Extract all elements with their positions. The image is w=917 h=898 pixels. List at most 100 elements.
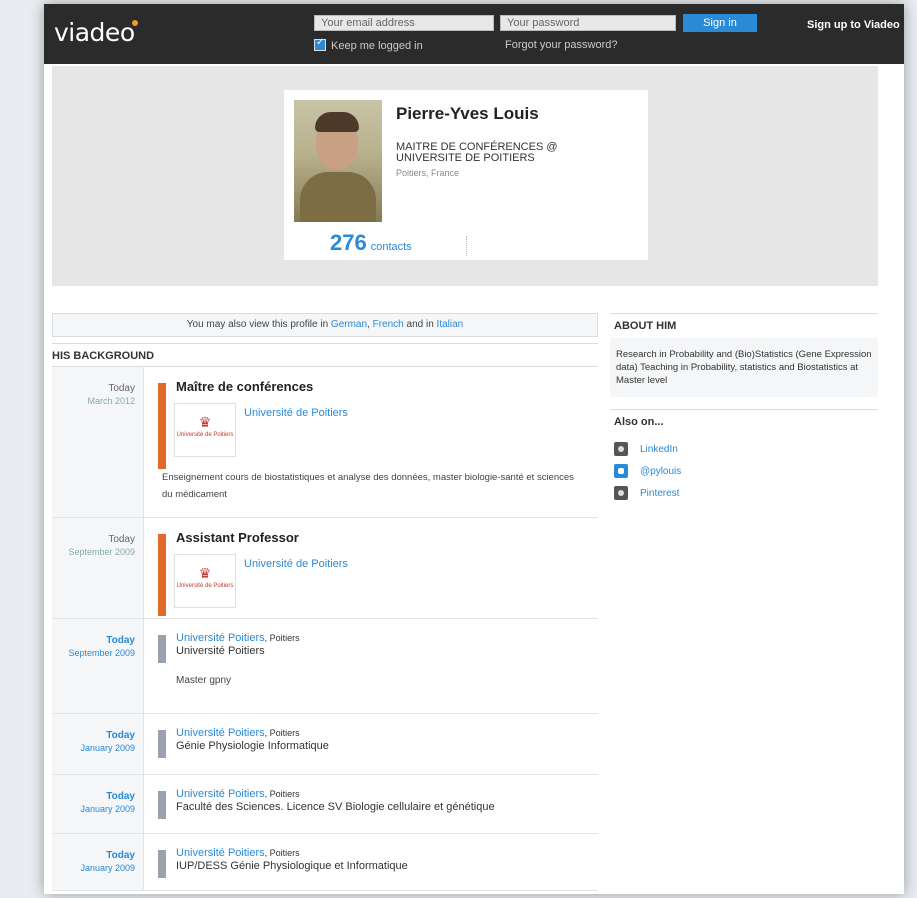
contacts-count[interactable]: 276 contacts xyxy=(330,230,412,256)
also-on-label: @pylouis xyxy=(640,465,682,477)
sidebar: ABOUT HIM Research in Probability and (B… xyxy=(610,313,878,500)
school-city: , Poitiers xyxy=(264,789,300,799)
sign-in-button[interactable]: Sign in xyxy=(683,14,757,32)
language-link-italian[interactable]: Italian xyxy=(437,319,464,330)
profile-headline: MAITRE DE CONFÉRENCES @ UNIVERSITE DE PO… xyxy=(396,141,558,164)
experience-bar xyxy=(158,383,166,469)
sign-up-link[interactable]: Sign up to Viadeo xyxy=(807,19,900,31)
also-on-linkedin[interactable]: LinkedIn xyxy=(614,442,878,456)
date-today: Today xyxy=(108,383,135,394)
date-period: September 2009 xyxy=(68,648,135,658)
language-and: and in xyxy=(406,319,434,330)
degree-name: Faculté des Sciences. Licence SV Biologi… xyxy=(176,801,495,813)
card-divider xyxy=(466,236,468,256)
date-period: January 2009 xyxy=(80,743,135,753)
language-notice-text: You may also view this profile in xyxy=(186,319,329,330)
position-title: Assistant Professor xyxy=(176,530,299,545)
school-city: , Poitiers xyxy=(264,633,300,643)
profile-card: Pierre-Yves Louis MAITRE DE CONFÉRENCES … xyxy=(284,90,648,260)
university-logo-text: Université de Poitiers xyxy=(176,583,234,589)
education-content: Université Poitiers, Poitiers IUP/DESS G… xyxy=(144,834,598,890)
university-logo[interactable]: ♛ Université de Poitiers xyxy=(174,403,236,457)
experience-item: Today March 2012 Maître de conférences ♛… xyxy=(52,367,598,518)
education-item: Today January 2009 Université Poitiers, … xyxy=(52,775,598,834)
education-bar xyxy=(158,635,166,663)
date-period: September 2009 xyxy=(68,547,135,557)
experience-date: Today March 2012 xyxy=(52,367,144,517)
experience-content: Assistant Professor ♛ Université de Poit… xyxy=(144,518,598,618)
date-period: March 2012 xyxy=(87,396,135,406)
language-link-german[interactable]: German xyxy=(331,319,367,330)
linkedin-icon xyxy=(614,442,628,456)
school-link[interactable]: Université Poitiers xyxy=(176,632,265,644)
position-description: Enseignement cours de biostatistiques et… xyxy=(162,472,574,500)
password-input[interactable]: Your password xyxy=(500,15,676,31)
school-link[interactable]: Université Poitiers xyxy=(176,847,265,859)
about-text: Research in Probability and (Bio)Statist… xyxy=(610,338,878,397)
school-line: Université Poitiers, Poitiers xyxy=(176,631,598,645)
page-frame: viadeo Your email address Your password … xyxy=(44,4,904,894)
company-link[interactable]: Université de Poitiers xyxy=(244,407,348,419)
education-item: Today January 2009 Université Poitiers, … xyxy=(52,834,598,891)
also-on-pinterest[interactable]: Pinterest xyxy=(614,486,878,500)
education-item: Today September 2009 Université Poitiers… xyxy=(52,619,598,714)
also-on-label: LinkedIn xyxy=(640,443,678,455)
email-input[interactable]: Your email address xyxy=(314,15,494,31)
crest-icon: ♛ xyxy=(198,565,212,581)
school-line: Université Poitiers, Poitiers xyxy=(176,787,598,801)
experience-date: Today September 2009 xyxy=(52,518,144,618)
keep-logged-in-checkbox[interactable] xyxy=(314,37,326,51)
about-title: ABOUT HIM xyxy=(610,313,878,338)
viadeo-logo[interactable]: viadeo xyxy=(54,18,135,47)
experience-item: Today September 2009 Assistant Professor… xyxy=(52,518,598,619)
twitter-icon xyxy=(614,464,628,478)
education-date: Today January 2009 xyxy=(52,834,144,890)
school-line: Université Poitiers, Poitiers xyxy=(176,846,598,860)
education-bar xyxy=(158,850,166,878)
education-content: Université Poitiers, Poitiers Université… xyxy=(144,619,598,713)
experience-content: Maître de conférences ♛ Université de Po… xyxy=(144,367,598,517)
education-bar xyxy=(158,791,166,819)
forgot-password-link[interactable]: Forgot your password? xyxy=(505,39,618,51)
crest-icon: ♛ xyxy=(198,414,212,430)
education-content: Université Poitiers, Poitiers Génie Phys… xyxy=(144,714,598,774)
keep-logged-in[interactable]: Keep me logged in xyxy=(314,37,423,52)
also-on-title: Also on... xyxy=(610,409,878,434)
date-today: Today xyxy=(106,730,135,741)
profile-name: Pierre-Yves Louis xyxy=(396,104,539,123)
also-on-label: Pinterest xyxy=(640,487,680,499)
company-link[interactable]: Université de Poitiers xyxy=(244,558,348,570)
language-sep: , xyxy=(367,319,370,330)
also-on-twitter[interactable]: @pylouis xyxy=(614,464,878,478)
education-content: Université Poitiers, Poitiers Faculté de… xyxy=(144,775,598,833)
main-column: You may also view this profile in German… xyxy=(52,313,598,891)
education-date: Today January 2009 xyxy=(52,714,144,774)
background-title: HIS BACKGROUND xyxy=(52,343,598,367)
date-period: January 2009 xyxy=(80,804,135,814)
school-link[interactable]: Université Poitiers xyxy=(176,727,265,739)
profile-photo xyxy=(294,100,382,222)
degree-name: Génie Physiologie Informatique xyxy=(176,740,329,752)
profile-location: Poitiers, France xyxy=(396,168,460,178)
education-date: Today January 2009 xyxy=(52,775,144,833)
date-today: Today xyxy=(106,791,135,802)
top-bar: viadeo Your email address Your password … xyxy=(44,4,904,64)
pinterest-icon xyxy=(614,486,628,500)
degree-notes: Master gpny xyxy=(176,675,232,686)
university-logo[interactable]: ♛ Université de Poitiers xyxy=(174,554,236,608)
profile-header: Pierre-Yves Louis MAITRE DE CONFÉRENCES … xyxy=(52,66,878,286)
date-today: Today xyxy=(108,534,135,545)
education-item: Today January 2009 Université Poitiers, … xyxy=(52,714,598,775)
date-today: Today xyxy=(106,850,135,861)
position-title: Maître de conférences xyxy=(176,379,314,394)
degree-name: Université Poitiers xyxy=(176,645,265,657)
keep-logged-in-label: Keep me logged in xyxy=(331,40,423,52)
experience-bar xyxy=(158,534,166,616)
education-date: Today September 2009 xyxy=(52,619,144,713)
education-bar xyxy=(158,730,166,758)
date-period: January 2009 xyxy=(80,863,135,873)
school-link[interactable]: Université Poitiers xyxy=(176,788,265,800)
language-link-french[interactable]: French xyxy=(373,319,404,330)
university-logo-text: Université de Poitiers xyxy=(176,432,234,438)
school-line: Université Poitiers, Poitiers xyxy=(176,726,598,740)
